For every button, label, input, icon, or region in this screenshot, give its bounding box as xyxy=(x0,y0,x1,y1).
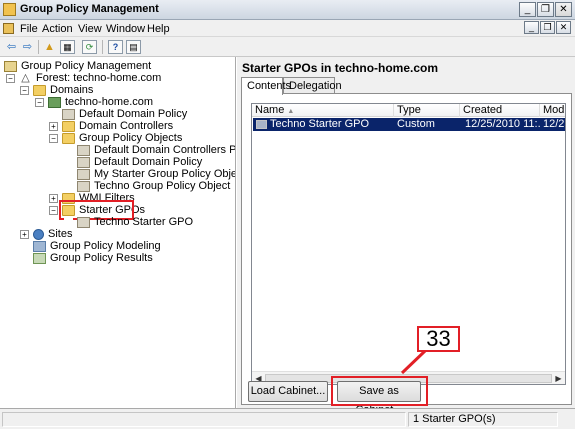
folder-icon xyxy=(33,84,46,96)
restore-icon[interactable]: ❐ xyxy=(537,2,554,17)
mdi-child-icon[interactable] xyxy=(3,23,14,34)
tab-contents[interactable]: Contents xyxy=(241,77,291,95)
starter-gpo-list[interactable]: Name ▲ Type Created Modifi Techno Starte… xyxy=(251,103,566,385)
tree-item-gpo[interactable]: Default Domain Policy xyxy=(64,156,202,168)
menu-help[interactable]: Help xyxy=(147,23,170,35)
tree-item-domain-controllers[interactable]: + Domain Controllers xyxy=(49,120,173,132)
menu-window[interactable]: Window xyxy=(106,23,145,35)
menu-view[interactable]: View xyxy=(78,23,102,35)
status-text: 1 Starter GPO(s) xyxy=(408,412,558,427)
collapse-icon[interactable]: − xyxy=(20,85,29,95)
tree-item-starter-gpo[interactable]: Techno Starter GPO xyxy=(64,216,193,228)
tree-item-gpo-folder[interactable]: − Group Policy Objects xyxy=(49,132,182,144)
domain-icon xyxy=(48,96,61,108)
toolbar-separator xyxy=(102,40,103,54)
refresh-icon[interactable]: ⟳ xyxy=(82,40,97,54)
window-title: Group Policy Management xyxy=(20,3,159,15)
menu-bar: File Action View Window Help _ ❐ ✕ xyxy=(0,20,575,37)
gpm-icon xyxy=(4,60,17,72)
collapse-icon[interactable]: − xyxy=(6,73,15,83)
gpo-icon xyxy=(77,144,90,156)
gpo-icon xyxy=(256,119,267,129)
list-header: Name ▲ Type Created Modifi xyxy=(252,104,565,117)
ou-icon xyxy=(62,120,75,132)
tree-item-gpo[interactable]: My Starter Group Policy Object xyxy=(64,168,235,180)
forest-icon: △ xyxy=(21,71,30,84)
gpo-link-icon xyxy=(62,108,75,120)
tree-item-sites[interactable]: + Sites xyxy=(20,228,72,240)
show-hide-tree-icon[interactable]: ▦ xyxy=(60,40,75,54)
column-header-name[interactable]: Name ▲ xyxy=(252,104,394,117)
tree-item-gpm-root[interactable]: Group Policy Management xyxy=(4,60,151,72)
scroll-right-icon[interactable]: ▶ xyxy=(553,373,564,384)
expand-icon[interactable]: + xyxy=(20,229,29,239)
gpo-icon xyxy=(77,156,90,168)
help-icon[interactable]: ? xyxy=(108,40,123,54)
gpo-icon xyxy=(77,168,90,180)
title-bar: Group Policy Management _ ❐ ✕ xyxy=(0,0,575,20)
gpo-icon xyxy=(77,216,90,228)
column-header-type[interactable]: Type xyxy=(394,104,460,117)
collapse-icon[interactable]: − xyxy=(35,97,44,107)
minimize-icon[interactable]: _ xyxy=(519,2,536,17)
collapse-icon[interactable]: − xyxy=(49,205,58,215)
properties-icon[interactable]: ▤ xyxy=(126,40,141,54)
window-controls: _ ❐ ✕ xyxy=(519,2,572,17)
sites-icon xyxy=(33,228,44,240)
menu-file[interactable]: File xyxy=(20,23,38,35)
console-tree: Group Policy Management − △ Forest: techno… xyxy=(0,57,236,408)
mdi-minimize-icon[interactable]: _ xyxy=(524,21,539,34)
mdi-close-icon[interactable]: ✕ xyxy=(556,21,571,34)
tree-item-gpo[interactable]: Techno Group Policy Object xyxy=(64,180,230,192)
back-icon[interactable]: ⇦ xyxy=(4,40,19,54)
tree-item-default-domain-policy-link[interactable]: Default Domain Policy xyxy=(49,108,187,120)
load-cabinet-button[interactable]: Load Cabinet... xyxy=(248,381,328,402)
tree-item-domains[interactable]: − Domains xyxy=(20,84,93,96)
toolbar: ⇦ ⇨ ▲ ▦ ⟳ ? ▤ xyxy=(0,37,575,57)
cell-modified: 12/25 xyxy=(543,118,565,130)
folder-icon xyxy=(62,132,75,144)
tree-item-forest[interactable]: − △ Forest: techno-home.com xyxy=(6,72,161,84)
tree-item-domain[interactable]: − techno-home.com xyxy=(35,96,153,108)
mdi-controls: _ ❐ ✕ xyxy=(524,21,571,34)
column-header-created[interactable]: Created xyxy=(460,104,540,117)
details-title: Starter GPOs in techno-home.com xyxy=(242,61,439,75)
tree-item-modeling[interactable]: Group Policy Modeling xyxy=(33,240,161,252)
modeling-icon xyxy=(33,240,46,252)
toolbar-separator xyxy=(38,40,39,54)
tree-item-gpo[interactable]: Default Domain Controllers Policy xyxy=(64,144,235,156)
list-item[interactable]: Techno Starter GPO Custom 12/25/2010 11:… xyxy=(253,118,565,131)
status-segment-empty xyxy=(2,412,406,427)
forward-icon[interactable]: ⇨ xyxy=(20,40,35,54)
callout-pointer xyxy=(400,349,427,375)
menu-action[interactable]: Action xyxy=(42,23,73,35)
status-bar: 1 Starter GPO(s) xyxy=(0,408,575,429)
mdi-restore-icon[interactable]: ❐ xyxy=(540,21,555,34)
expand-icon[interactable]: + xyxy=(49,121,58,131)
column-header-modified[interactable]: Modifi xyxy=(540,104,565,117)
tree-item-results[interactable]: Group Policy Results xyxy=(33,252,153,264)
close-icon[interactable]: ✕ xyxy=(555,2,572,17)
expand-icon[interactable]: + xyxy=(49,193,58,203)
sort-ascending-icon: ▲ xyxy=(287,108,295,115)
cell-created: 12/25/2010 11:... xyxy=(465,118,541,130)
step-number-callout: 33 xyxy=(417,326,460,352)
up-folder-icon[interactable]: ▲ xyxy=(42,40,57,54)
collapse-icon[interactable]: − xyxy=(49,133,58,143)
pointer-line xyxy=(400,349,427,375)
app-icon xyxy=(3,3,16,16)
cell-name: Techno Starter GPO xyxy=(256,118,394,131)
cell-type: Custom xyxy=(397,118,435,130)
results-icon xyxy=(33,252,46,264)
gpo-icon xyxy=(77,180,90,192)
